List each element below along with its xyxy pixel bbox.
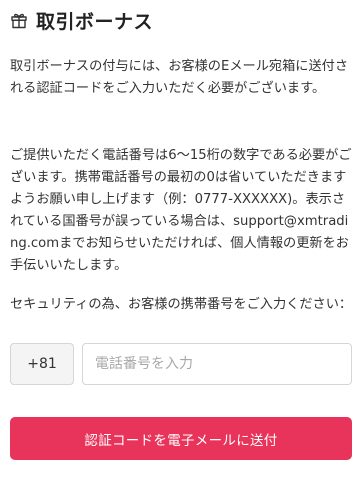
send-verification-code-button[interactable]: 認証コードを電子メールに送付: [10, 417, 352, 460]
intro-paragraph: 取引ボーナスの付与には、お客様のEメール宛箱に送付される認証コードをご入力いただ…: [10, 59, 349, 96]
page-title: 取引ボーナス: [36, 10, 154, 33]
gift-icon: [10, 11, 28, 29]
phone-prompt-label: セキュリティの為、お客様の携帯番号をご入力ください：: [10, 297, 353, 312]
page-header: 取引ボーナス: [10, 6, 153, 34]
country-code-box: +81: [10, 343, 74, 385]
phone-input-row: +81: [10, 343, 352, 385]
phone-instructions-paragraph: ご提供いただく電話番号は6〜15桁の数字である必要がございます。携帯電話番号の最…: [10, 148, 352, 273]
phone-number-input[interactable]: [82, 343, 352, 385]
